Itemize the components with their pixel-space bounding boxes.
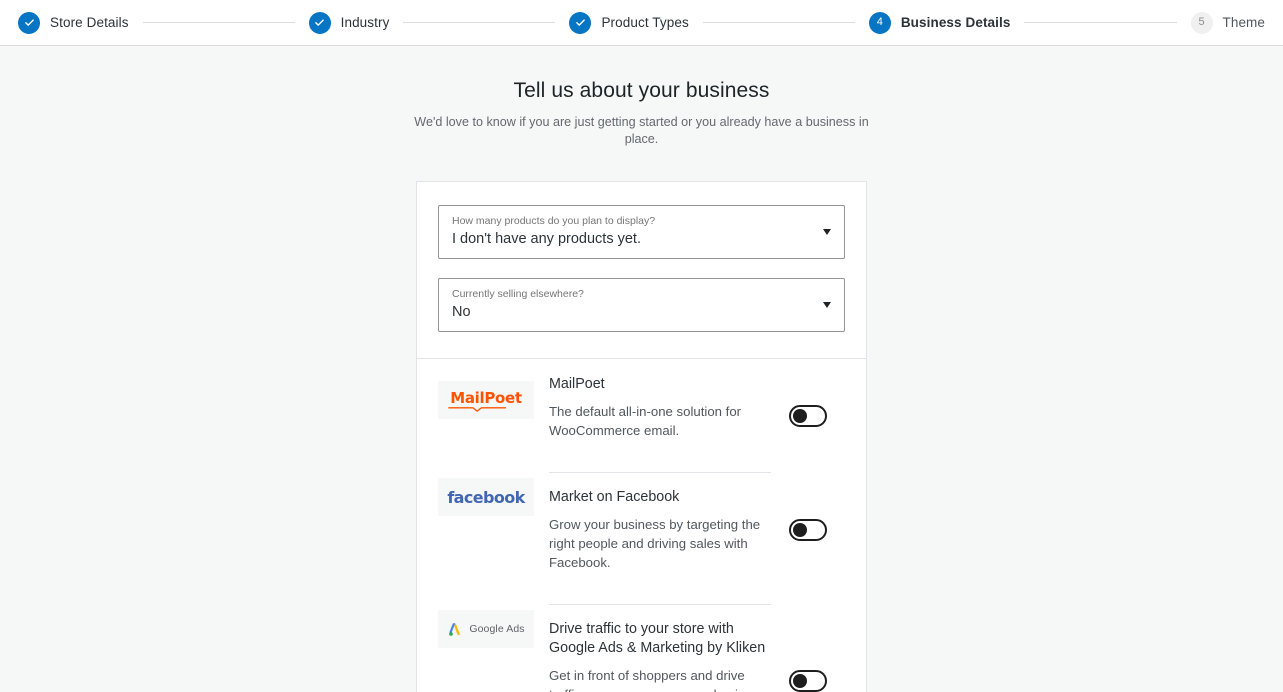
plugin-body: MailPoet The default all-in-one solution… [534,375,771,456]
check-icon [308,11,331,34]
mailpoet-logo: MailPoet [438,381,534,419]
onboarding-stepper: Store Details Industry Product Types 4 B… [0,0,1283,46]
business-details-card: How many products do you plan to display… [416,181,867,359]
plugin-description: Get in front of shoppers and drive traff… [549,668,766,692]
step-connector [1024,22,1177,23]
plugin-description: The default all-in-one solution for WooC… [549,404,742,438]
selling-elsewhere-select[interactable]: Currently selling elsewhere? No [438,278,845,332]
toggle-knob [793,523,807,537]
plugin-title: Market on Facebook [549,489,680,505]
plugin-description: Grow your business by targeting the righ… [549,517,761,570]
plugin-row: facebook Market on Facebook Grow your bu… [438,456,845,588]
step-number: 5 [1190,11,1213,34]
mailpoet-logo-text: MailPoet [448,389,522,412]
step-label: Store Details [50,15,129,30]
mailpoet-swoosh-icon [448,406,507,412]
mailpoet-toggle[interactable] [789,404,827,427]
plugin-title: MailPoet [549,376,605,392]
facebook-toggle[interactable] [789,519,827,541]
plugin-body: Drive traffic to your store with Google … [534,604,771,692]
google-ads-logo: Google Ads [438,610,534,648]
step-connector [142,22,295,23]
plugin-toggle-cell [771,519,845,541]
toggle-knob [793,674,807,688]
plugin-row: MailPoet MailPoet The default all-in-one… [438,359,845,456]
step-product-types[interactable]: Product Types [569,11,689,34]
facebook-logo-text: facebook [447,487,525,507]
chevron-down-icon [823,302,831,308]
product-count-label: How many products do you plan to display… [452,215,656,227]
product-count-value: I don't have any products yet. [452,231,641,247]
step-number: 4 [868,11,891,34]
step-theme[interactable]: 5 Theme [1190,11,1266,34]
step-label: Theme [1222,15,1266,30]
page-intro: Tell us about your business We'd love to… [407,79,877,148]
step-label: Industry [340,15,390,30]
page-title: Tell us about your business [513,79,770,102]
step-industry[interactable]: Industry [308,11,390,34]
step-business-details[interactable]: 4 Business Details [868,11,1011,34]
toggle-knob [793,408,807,423]
onboarding-cards: How many products do you plan to display… [416,181,867,692]
plugin-toggle-cell [771,404,845,427]
selling-elsewhere-label: Currently selling elsewhere? [452,288,584,300]
google-ads-logo-text: Google Ads [469,623,525,635]
page-subtitle: We'd love to know if you are just gettin… [414,115,869,146]
plugin-title: Drive traffic to your store with Google … [549,621,766,656]
check-icon [569,11,592,34]
chevron-down-icon [823,229,831,235]
page-body: Tell us about your business We'd love to… [0,46,1283,692]
step-store-details[interactable]: Store Details [18,11,129,34]
plugin-row: Google Ads Drive traffic to your store w… [438,588,845,692]
plugin-toggle-cell [771,670,845,692]
facebook-logo: facebook [438,478,534,516]
recommended-plugins-card: MailPoet MailPoet The default all-in-one… [416,359,867,692]
step-label: Business Details [900,15,1011,30]
step-connector [702,22,855,23]
google-ads-glyph-icon [449,622,461,636]
step-label: Product Types [601,15,689,30]
step-connector [403,22,556,23]
plugin-body: Market on Facebook Grow your business by… [534,472,771,588]
google-ads-toggle[interactable] [789,670,827,692]
selling-elsewhere-value: No [452,304,471,320]
product-count-select[interactable]: How many products do you plan to display… [438,205,845,259]
check-icon [18,11,40,34]
